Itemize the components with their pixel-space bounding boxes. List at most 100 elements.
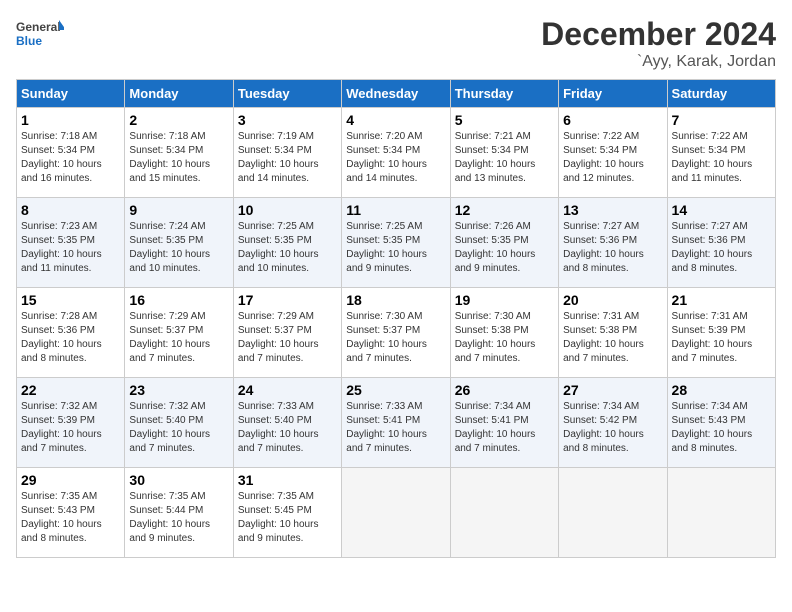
- day-info: Sunrise: 7:31 AM Sunset: 5:38 PM Dayligh…: [563, 310, 662, 366]
- column-header-sunday: Sunday: [17, 80, 125, 108]
- calendar-day-cell: [667, 468, 775, 558]
- calendar-day-cell: 19 Sunrise: 7:30 AM Sunset: 5:38 PM Dayl…: [450, 288, 558, 378]
- day-number: 16: [129, 292, 228, 308]
- calendar-day-cell: 9 Sunrise: 7:24 AM Sunset: 5:35 PM Dayli…: [125, 198, 233, 288]
- day-number: 7: [672, 112, 771, 128]
- calendar-subtitle: `Ayy, Karak, Jordan: [541, 53, 776, 71]
- column-header-saturday: Saturday: [667, 80, 775, 108]
- day-number: 8: [21, 202, 120, 218]
- calendar-day-cell: 29 Sunrise: 7:35 AM Sunset: 5:43 PM Dayl…: [17, 468, 125, 558]
- column-header-thursday: Thursday: [450, 80, 558, 108]
- calendar-day-cell: 17 Sunrise: 7:29 AM Sunset: 5:37 PM Dayl…: [233, 288, 341, 378]
- calendar-day-cell: 20 Sunrise: 7:31 AM Sunset: 5:38 PM Dayl…: [559, 288, 667, 378]
- calendar-day-cell: 30 Sunrise: 7:35 AM Sunset: 5:44 PM Dayl…: [125, 468, 233, 558]
- calendar-day-cell: 11 Sunrise: 7:25 AM Sunset: 5:35 PM Dayl…: [342, 198, 450, 288]
- day-info: Sunrise: 7:27 AM Sunset: 5:36 PM Dayligh…: [563, 220, 662, 276]
- calendar-title: December 2024: [541, 16, 776, 53]
- day-number: 29: [21, 472, 120, 488]
- calendar-day-cell: 6 Sunrise: 7:22 AM Sunset: 5:34 PM Dayli…: [559, 108, 667, 198]
- day-info: Sunrise: 7:25 AM Sunset: 5:35 PM Dayligh…: [238, 220, 337, 276]
- day-info: Sunrise: 7:22 AM Sunset: 5:34 PM Dayligh…: [672, 130, 771, 186]
- day-info: Sunrise: 7:30 AM Sunset: 5:37 PM Dayligh…: [346, 310, 445, 366]
- day-number: 22: [21, 382, 120, 398]
- logo-svg: General Blue: [16, 16, 64, 52]
- calendar-day-cell: 8 Sunrise: 7:23 AM Sunset: 5:35 PM Dayli…: [17, 198, 125, 288]
- day-number: 18: [346, 292, 445, 308]
- day-number: 21: [672, 292, 771, 308]
- calendar-day-cell: 7 Sunrise: 7:22 AM Sunset: 5:34 PM Dayli…: [667, 108, 775, 198]
- day-info: Sunrise: 7:33 AM Sunset: 5:40 PM Dayligh…: [238, 400, 337, 456]
- day-number: 14: [672, 202, 771, 218]
- day-info: Sunrise: 7:34 AM Sunset: 5:42 PM Dayligh…: [563, 400, 662, 456]
- calendar-day-cell: 16 Sunrise: 7:29 AM Sunset: 5:37 PM Dayl…: [125, 288, 233, 378]
- day-info: Sunrise: 7:18 AM Sunset: 5:34 PM Dayligh…: [21, 130, 120, 186]
- day-info: Sunrise: 7:20 AM Sunset: 5:34 PM Dayligh…: [346, 130, 445, 186]
- calendar-day-cell: 21 Sunrise: 7:31 AM Sunset: 5:39 PM Dayl…: [667, 288, 775, 378]
- calendar-day-cell: 18 Sunrise: 7:30 AM Sunset: 5:37 PM Dayl…: [342, 288, 450, 378]
- day-number: 4: [346, 112, 445, 128]
- calendar-day-cell: 14 Sunrise: 7:27 AM Sunset: 5:36 PM Dayl…: [667, 198, 775, 288]
- calendar-week-row: 8 Sunrise: 7:23 AM Sunset: 5:35 PM Dayli…: [17, 198, 776, 288]
- calendar-day-cell: 23 Sunrise: 7:32 AM Sunset: 5:40 PM Dayl…: [125, 378, 233, 468]
- day-info: Sunrise: 7:28 AM Sunset: 5:36 PM Dayligh…: [21, 310, 120, 366]
- svg-text:General: General: [16, 20, 61, 34]
- day-number: 9: [129, 202, 228, 218]
- calendar-day-cell: 12 Sunrise: 7:26 AM Sunset: 5:35 PM Dayl…: [450, 198, 558, 288]
- calendar-day-cell: [342, 468, 450, 558]
- page-header: General Blue December 2024 `Ayy, Karak, …: [16, 16, 776, 71]
- day-info: Sunrise: 7:22 AM Sunset: 5:34 PM Dayligh…: [563, 130, 662, 186]
- day-number: 27: [563, 382, 662, 398]
- calendar-day-cell: 25 Sunrise: 7:33 AM Sunset: 5:41 PM Dayl…: [342, 378, 450, 468]
- calendar-day-cell: 4 Sunrise: 7:20 AM Sunset: 5:34 PM Dayli…: [342, 108, 450, 198]
- day-info: Sunrise: 7:25 AM Sunset: 5:35 PM Dayligh…: [346, 220, 445, 276]
- calendar-week-row: 22 Sunrise: 7:32 AM Sunset: 5:39 PM Dayl…: [17, 378, 776, 468]
- day-info: Sunrise: 7:32 AM Sunset: 5:40 PM Dayligh…: [129, 400, 228, 456]
- calendar-day-cell: 3 Sunrise: 7:19 AM Sunset: 5:34 PM Dayli…: [233, 108, 341, 198]
- title-section: December 2024 `Ayy, Karak, Jordan: [541, 16, 776, 71]
- calendar-week-row: 1 Sunrise: 7:18 AM Sunset: 5:34 PM Dayli…: [17, 108, 776, 198]
- calendar-day-cell: 27 Sunrise: 7:34 AM Sunset: 5:42 PM Dayl…: [559, 378, 667, 468]
- day-info: Sunrise: 7:21 AM Sunset: 5:34 PM Dayligh…: [455, 130, 554, 186]
- day-info: Sunrise: 7:31 AM Sunset: 5:39 PM Dayligh…: [672, 310, 771, 366]
- day-number: 30: [129, 472, 228, 488]
- calendar-header-row: SundayMondayTuesdayWednesdayThursdayFrid…: [17, 80, 776, 108]
- day-number: 6: [563, 112, 662, 128]
- calendar-day-cell: [450, 468, 558, 558]
- day-number: 2: [129, 112, 228, 128]
- day-number: 17: [238, 292, 337, 308]
- day-info: Sunrise: 7:32 AM Sunset: 5:39 PM Dayligh…: [21, 400, 120, 456]
- column-header-monday: Monday: [125, 80, 233, 108]
- calendar-day-cell: 1 Sunrise: 7:18 AM Sunset: 5:34 PM Dayli…: [17, 108, 125, 198]
- day-info: Sunrise: 7:34 AM Sunset: 5:43 PM Dayligh…: [672, 400, 771, 456]
- calendar-day-cell: 28 Sunrise: 7:34 AM Sunset: 5:43 PM Dayl…: [667, 378, 775, 468]
- day-info: Sunrise: 7:29 AM Sunset: 5:37 PM Dayligh…: [238, 310, 337, 366]
- day-number: 23: [129, 382, 228, 398]
- day-info: Sunrise: 7:35 AM Sunset: 5:45 PM Dayligh…: [238, 490, 337, 546]
- day-info: Sunrise: 7:23 AM Sunset: 5:35 PM Dayligh…: [21, 220, 120, 276]
- calendar-week-row: 29 Sunrise: 7:35 AM Sunset: 5:43 PM Dayl…: [17, 468, 776, 558]
- day-info: Sunrise: 7:27 AM Sunset: 5:36 PM Dayligh…: [672, 220, 771, 276]
- day-number: 24: [238, 382, 337, 398]
- calendar-day-cell: [559, 468, 667, 558]
- day-info: Sunrise: 7:18 AM Sunset: 5:34 PM Dayligh…: [129, 130, 228, 186]
- calendar-day-cell: 22 Sunrise: 7:32 AM Sunset: 5:39 PM Dayl…: [17, 378, 125, 468]
- day-number: 13: [563, 202, 662, 218]
- day-info: Sunrise: 7:33 AM Sunset: 5:41 PM Dayligh…: [346, 400, 445, 456]
- day-info: Sunrise: 7:30 AM Sunset: 5:38 PM Dayligh…: [455, 310, 554, 366]
- day-number: 19: [455, 292, 554, 308]
- column-header-friday: Friday: [559, 80, 667, 108]
- day-number: 15: [21, 292, 120, 308]
- calendar-day-cell: 10 Sunrise: 7:25 AM Sunset: 5:35 PM Dayl…: [233, 198, 341, 288]
- calendar-table: SundayMondayTuesdayWednesdayThursdayFrid…: [16, 79, 776, 558]
- calendar-day-cell: 2 Sunrise: 7:18 AM Sunset: 5:34 PM Dayli…: [125, 108, 233, 198]
- calendar-day-cell: 31 Sunrise: 7:35 AM Sunset: 5:45 PM Dayl…: [233, 468, 341, 558]
- day-number: 3: [238, 112, 337, 128]
- day-info: Sunrise: 7:34 AM Sunset: 5:41 PM Dayligh…: [455, 400, 554, 456]
- day-number: 10: [238, 202, 337, 218]
- calendar-day-cell: 13 Sunrise: 7:27 AM Sunset: 5:36 PM Dayl…: [559, 198, 667, 288]
- calendar-day-cell: 26 Sunrise: 7:34 AM Sunset: 5:41 PM Dayl…: [450, 378, 558, 468]
- day-number: 31: [238, 472, 337, 488]
- day-number: 26: [455, 382, 554, 398]
- day-number: 5: [455, 112, 554, 128]
- day-number: 25: [346, 382, 445, 398]
